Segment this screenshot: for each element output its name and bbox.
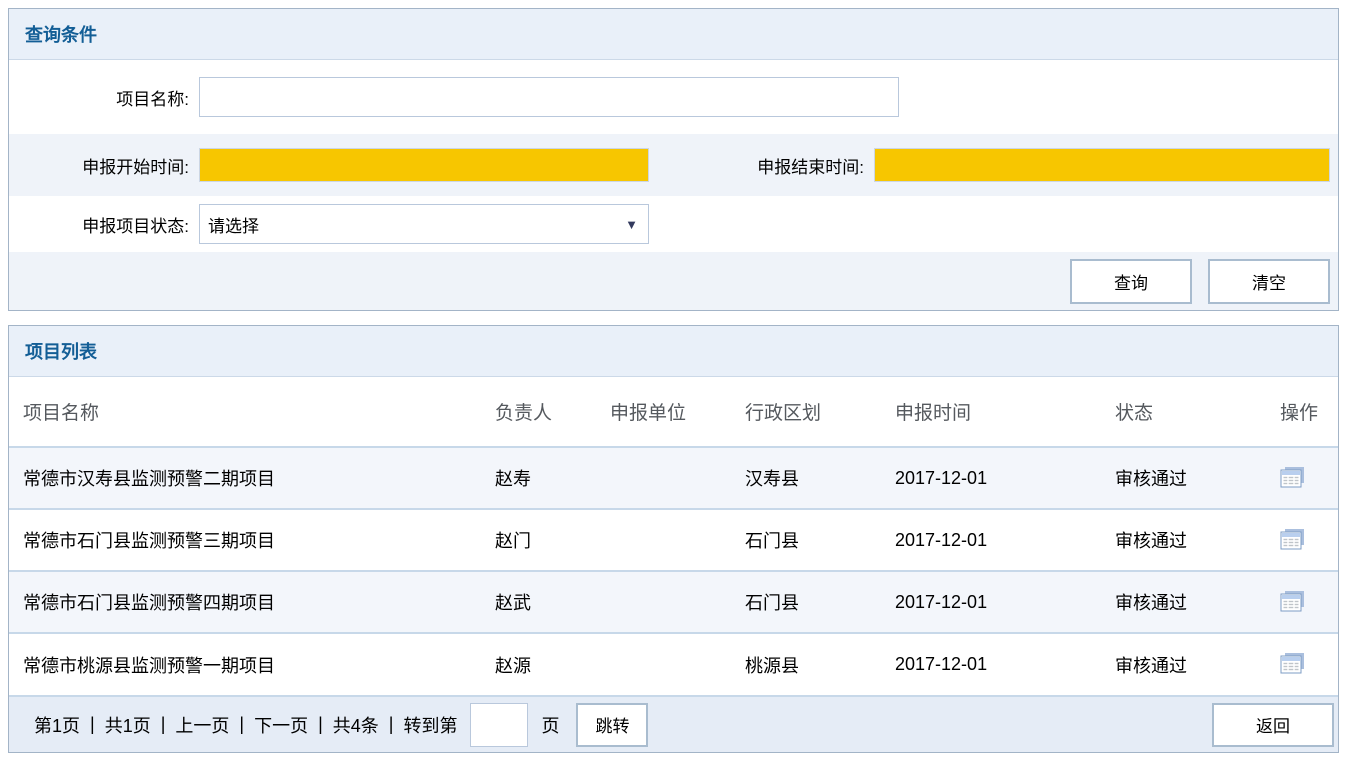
cell-owner: 赵武 xyxy=(493,571,608,633)
cell-region: 石门县 xyxy=(743,509,893,571)
project-name-input[interactable] xyxy=(199,77,899,117)
jump-button[interactable]: 跳转 xyxy=(576,703,648,747)
pagination-goto-suffix: 页 xyxy=(541,712,559,738)
cell-actions xyxy=(1278,633,1338,695)
pagination-prev-link[interactable]: 上一页 xyxy=(175,712,229,738)
cell-unit xyxy=(608,509,743,571)
cell-actions xyxy=(1278,571,1338,633)
list-panel-title: 项目列表 xyxy=(25,338,97,364)
cell-region: 汉寿县 xyxy=(743,447,893,509)
col-header-date: 申报时间 xyxy=(893,377,1113,447)
cell-date: 2017-12-01 xyxy=(893,509,1113,571)
project-name-label: 项目名称: xyxy=(9,85,199,110)
table-row: 常德市汉寿县监测预警二期项目 赵寿 汉寿县 2017-12-01 审核通过 xyxy=(9,447,1338,509)
declare-time-row: 申报开始时间: 申报结束时间: xyxy=(9,134,1338,196)
chevron-down-icon: ▼ xyxy=(625,218,638,231)
col-header-region: 行政区划 xyxy=(743,377,893,447)
view-details-button[interactable] xyxy=(1278,526,1307,555)
list-panel-header: 项目列表 xyxy=(9,326,1338,377)
project-status-row: 申报项目状态: 请选择 ▼ xyxy=(9,196,1338,252)
clear-button[interactable]: 清空 xyxy=(1208,259,1330,304)
cell-date: 2017-12-01 xyxy=(893,447,1113,509)
project-name-row: 项目名称: xyxy=(9,60,1338,134)
end-time-input[interactable] xyxy=(874,148,1330,182)
start-time-input[interactable] xyxy=(199,148,649,182)
table-row: 常德市石门县监测预警四期项目 赵武 石门县 2017-12-01 审核通过 xyxy=(9,571,1338,633)
pagination-bar: 第1页 | 共1页 | 上一页 | 下一页 | 共4条 | 转到第 页 跳转 返… xyxy=(9,695,1338,752)
col-header-status: 状态 xyxy=(1113,377,1278,447)
table-icon xyxy=(1280,476,1305,491)
pagination-separator: | xyxy=(90,714,95,735)
view-details-button[interactable] xyxy=(1278,464,1307,493)
cell-date: 2017-12-01 xyxy=(893,633,1113,695)
cell-project-name: 常德市石门县监测预警三期项目 xyxy=(9,509,493,571)
project-status-selected-value: 请选择 xyxy=(208,212,259,237)
cell-status: 审核通过 xyxy=(1113,509,1278,571)
project-table: 项目名称 负责人 申报单位 行政区划 申报时间 状态 操作 常德市汉寿县监测预警… xyxy=(9,377,1338,695)
table-icon xyxy=(1280,600,1305,615)
pagination-separator: | xyxy=(389,714,394,735)
project-list-panel: 项目列表 项目名称 负责人 申报单位 行政区划 申报时间 状态 操作 常德市汉寿… xyxy=(8,325,1339,753)
pagination-separator: | xyxy=(161,714,166,735)
view-details-button[interactable] xyxy=(1278,588,1307,617)
cell-project-name: 常德市桃源县监测预警一期项目 xyxy=(9,633,493,695)
pagination-current-page: 第1页 xyxy=(34,712,80,738)
cell-owner: 赵寿 xyxy=(493,447,608,509)
cell-project-name: 常德市汉寿县监测预警二期项目 xyxy=(9,447,493,509)
pagination-separator: | xyxy=(318,714,323,735)
back-button[interactable]: 返回 xyxy=(1212,703,1334,747)
cell-unit xyxy=(608,447,743,509)
table-row: 常德市桃源县监测预警一期项目 赵源 桃源县 2017-12-01 审核通过 xyxy=(9,633,1338,695)
project-status-label: 申报项目状态: xyxy=(9,212,199,237)
query-panel-header: 查询条件 xyxy=(9,9,1338,60)
cell-owner: 赵门 xyxy=(493,509,608,571)
pagination-separator: | xyxy=(239,714,244,735)
cell-project-name: 常德市石门县监测预警四期项目 xyxy=(9,571,493,633)
table-header-row: 项目名称 负责人 申报单位 行政区划 申报时间 状态 操作 xyxy=(9,377,1338,447)
col-header-owner: 负责人 xyxy=(493,377,608,447)
goto-page-input[interactable] xyxy=(470,703,528,747)
pagination-total-pages: 共1页 xyxy=(105,712,151,738)
cell-region: 桃源县 xyxy=(743,633,893,695)
cell-owner: 赵源 xyxy=(493,633,608,695)
pagination-goto-prefix: 转到第 xyxy=(403,712,457,738)
cell-status: 审核通过 xyxy=(1113,447,1278,509)
cell-date: 2017-12-01 xyxy=(893,571,1113,633)
query-panel-title: 查询条件 xyxy=(25,21,97,47)
cell-actions xyxy=(1278,447,1338,509)
end-time-label: 申报结束时间: xyxy=(649,153,874,178)
cell-status: 审核通过 xyxy=(1113,633,1278,695)
cell-status: 审核通过 xyxy=(1113,571,1278,633)
query-conditions-panel: 查询条件 项目名称: 申报开始时间: 申报结束时间: 申报项目状态: 请选择 ▼… xyxy=(8,8,1339,311)
table-row: 常德市石门县监测预警三期项目 赵门 石门县 2017-12-01 审核通过 xyxy=(9,509,1338,571)
project-status-select[interactable]: 请选择 ▼ xyxy=(199,204,649,244)
table-icon xyxy=(1280,662,1305,677)
pagination-next-link[interactable]: 下一页 xyxy=(254,712,308,738)
cell-region: 石门县 xyxy=(743,571,893,633)
search-button[interactable]: 查询 xyxy=(1070,259,1192,304)
cell-actions xyxy=(1278,509,1338,571)
project-table-body: 常德市汉寿县监测预警二期项目 赵寿 汉寿县 2017-12-01 审核通过 xyxy=(9,447,1338,695)
view-details-button[interactable] xyxy=(1278,650,1307,679)
cell-unit xyxy=(608,633,743,695)
col-header-actions: 操作 xyxy=(1278,377,1338,447)
col-header-unit: 申报单位 xyxy=(608,377,743,447)
query-actions-row: 查询 清空 xyxy=(9,252,1338,310)
pagination-total-items: 共4条 xyxy=(333,712,379,738)
col-header-project-name: 项目名称 xyxy=(9,377,493,447)
table-icon xyxy=(1280,538,1305,553)
start-time-label: 申报开始时间: xyxy=(9,153,199,178)
cell-unit xyxy=(608,571,743,633)
